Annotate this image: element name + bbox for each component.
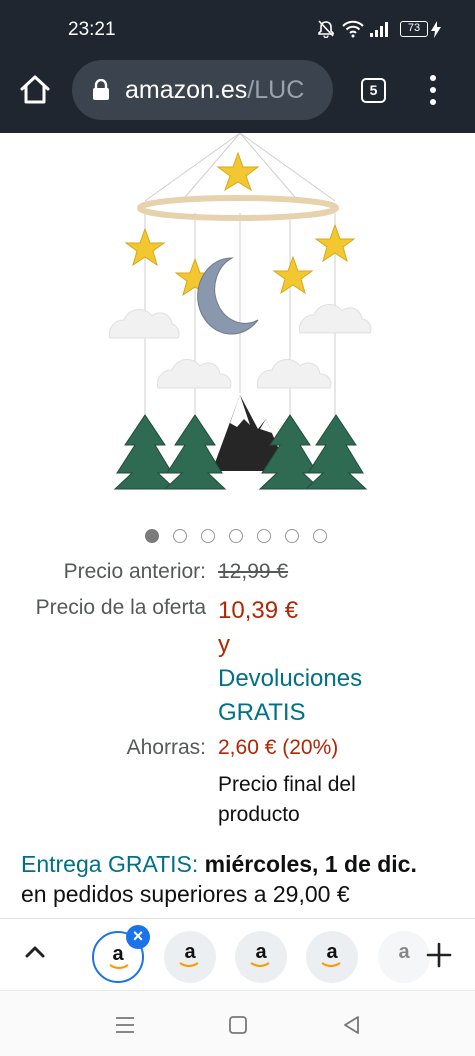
final-price-line-1: Precio final del <box>218 773 356 796</box>
savings-label: Ahorras: <box>126 736 206 759</box>
tab-strip: a a a a a <box>0 918 475 990</box>
tab-switcher-button[interactable]: 5 <box>361 78 386 103</box>
home-icon[interactable] <box>17 72 53 108</box>
page-content: Precio anterior: 12,99 € Precio de la of… <box>0 133 475 918</box>
mute-icon <box>318 20 334 38</box>
url-path: /LUC <box>247 76 305 104</box>
charging-icon <box>431 21 441 38</box>
and-text: y <box>218 631 230 658</box>
amazon-smile-icon <box>321 962 341 967</box>
lock-icon <box>93 79 109 100</box>
delivery-condition: en pedidos superiores a 29,00 € <box>21 881 350 907</box>
carousel-dot[interactable] <box>313 529 327 543</box>
status-bar: 23:21 73 <box>0 0 475 60</box>
tab-amazon[interactable]: a <box>306 931 358 983</box>
signal-icon <box>370 22 388 37</box>
back-nav-icon[interactable] <box>340 1013 364 1037</box>
free-returns-link[interactable]: Devoluciones GRATIS <box>218 662 362 730</box>
tab-amazon[interactable]: a <box>164 931 216 983</box>
final-price-line-2: producto <box>218 803 300 826</box>
product-image[interactable] <box>100 133 380 498</box>
final-price-note: Precio final del producto <box>218 770 356 830</box>
recent-apps-icon[interactable] <box>113 1013 137 1037</box>
chevron-up-icon[interactable] <box>22 939 48 965</box>
deal-price-label: Precio de la oferta <box>35 596 206 619</box>
url-bar[interactable]: amazon.es/LUC <box>72 60 333 120</box>
deal-price: 10,39 € <box>218 597 299 624</box>
delivery-info: Entrega GRATIS: miércoles, 1 de dic. en … <box>21 849 471 909</box>
image-carousel-dots <box>145 529 335 545</box>
more-menu-icon[interactable] <box>420 73 446 107</box>
savings-value: 2,60 € (20%) <box>218 736 339 759</box>
previous-price-label: Precio anterior: <box>63 560 206 583</box>
wifi-icon <box>342 20 364 38</box>
url-domain: amazon.es <box>125 76 248 104</box>
tab-amazon[interactable]: a <box>235 931 287 983</box>
carousel-dot[interactable] <box>285 529 299 543</box>
plus-icon[interactable] <box>425 941 453 969</box>
carousel-dot[interactable] <box>257 529 271 543</box>
tab-amazon-partial[interactable]: a <box>378 931 430 983</box>
carousel-dot[interactable] <box>201 529 215 543</box>
browser-toolbar: amazon.es/LUC 5 <box>0 60 475 133</box>
amazon-smile-icon <box>250 962 270 967</box>
amazon-smile-icon <box>179 962 199 967</box>
deal-price-block: 10,39 € y Devoluciones GRATIS <box>218 594 362 730</box>
browser-chrome: 23:21 73 amazon.es/LUC 5 <box>0 0 475 133</box>
amazon-logo-icon: a <box>398 941 410 963</box>
carousel-dot[interactable] <box>145 529 159 543</box>
close-tab-icon[interactable]: × <box>126 925 150 949</box>
free-returns-line-2: GRATIS <box>218 699 306 726</box>
status-time: 23:21 <box>68 19 116 40</box>
status-icons: 73 <box>318 18 448 44</box>
previous-price: 12,99 € <box>218 560 289 583</box>
free-delivery-link[interactable]: Entrega GRATIS: <box>21 851 198 877</box>
carousel-dot[interactable] <box>229 529 243 543</box>
home-nav-icon[interactable] <box>226 1013 250 1037</box>
carousel-dot[interactable] <box>173 529 187 543</box>
battery-level: 73 <box>407 22 421 34</box>
amazon-smile-icon <box>109 964 129 969</box>
free-returns-line-1: Devoluciones <box>218 665 363 692</box>
url-text: amazon.es/LUC <box>125 76 304 105</box>
system-nav-bar <box>0 990 475 1056</box>
delivery-date: miércoles, 1 de dic. <box>204 851 417 877</box>
battery-icon: 73 <box>400 21 428 37</box>
